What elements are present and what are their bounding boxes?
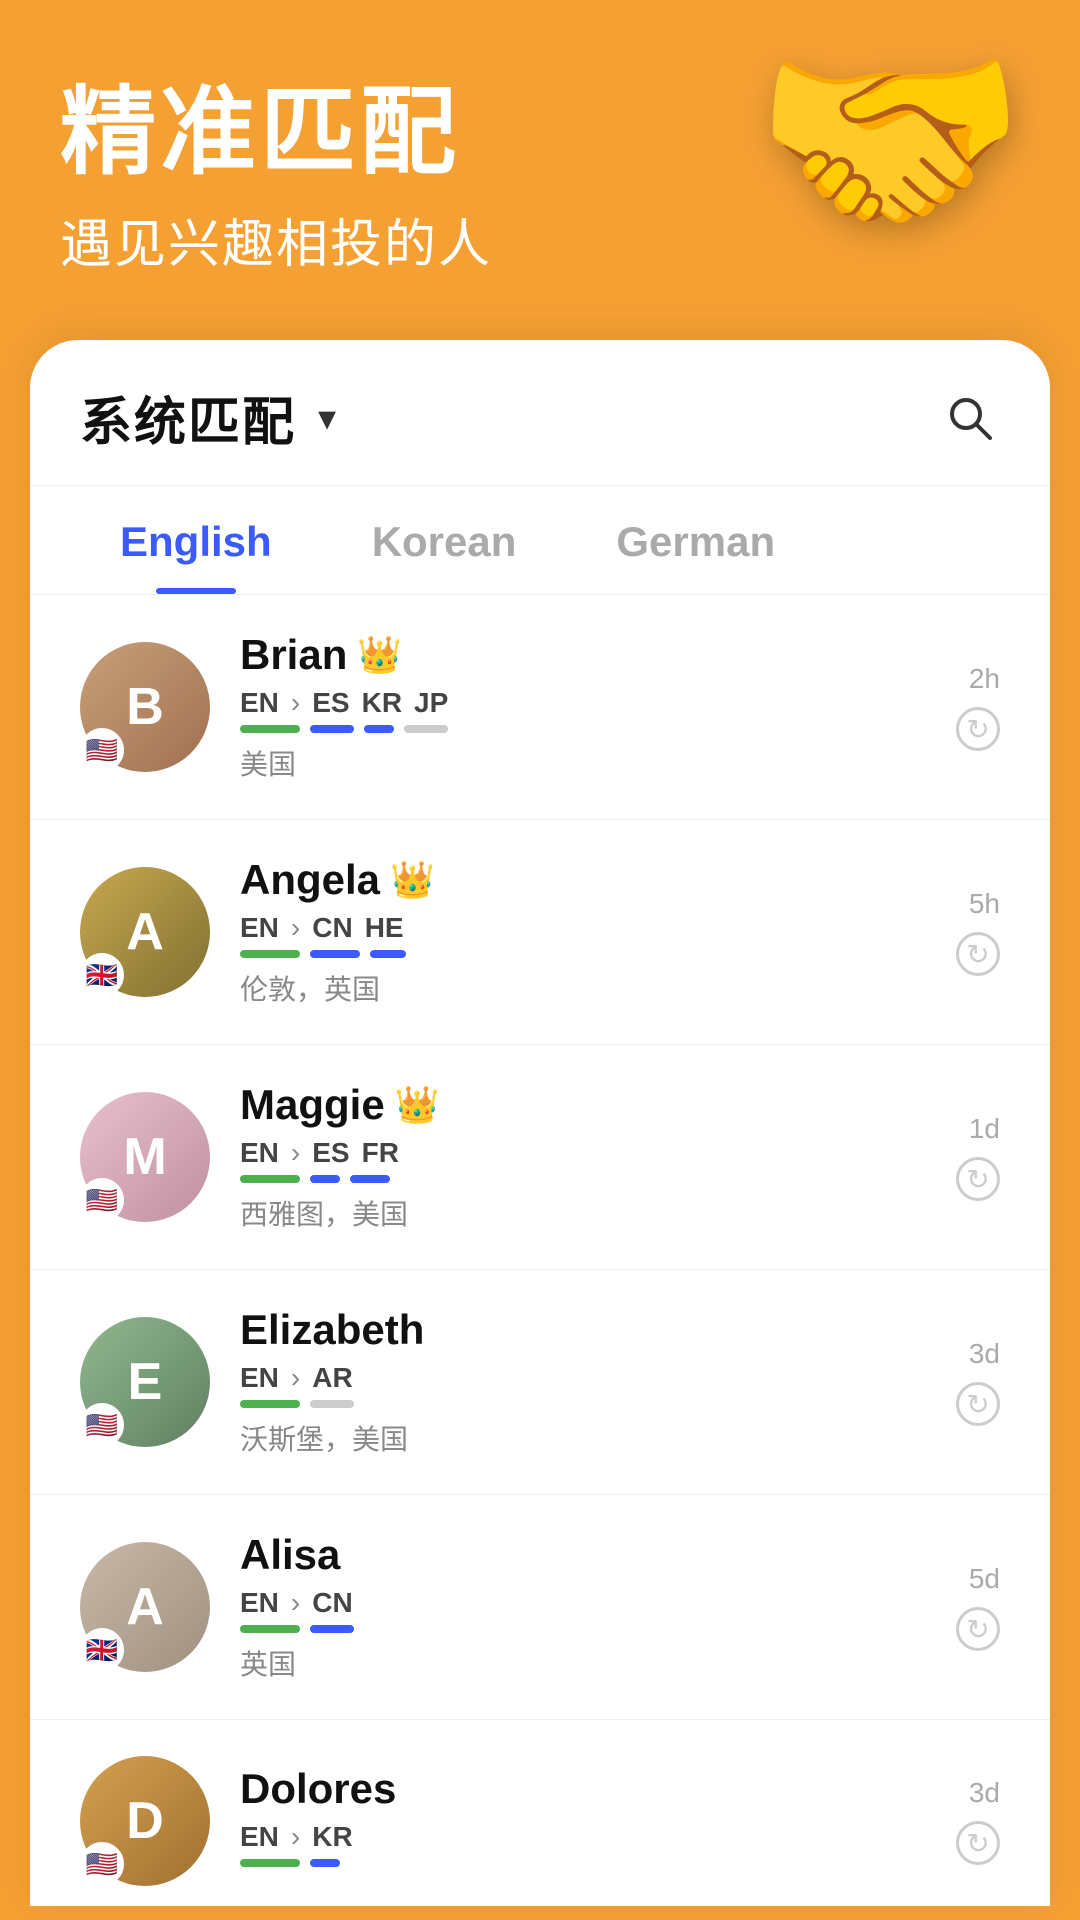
user-location: 伦敦，英国 [240, 968, 890, 1008]
lang-bars [240, 1400, 890, 1410]
user-list: B 🇺🇸 Brian 👑 EN › ES KR JP [30, 595, 1050, 1906]
flag-badge: 🇺🇸 [80, 1842, 124, 1886]
user-meta: 1d ↻ [920, 1113, 1000, 1201]
avatar: D 🇺🇸 [80, 1756, 210, 1886]
flag-badge: 🇬🇧 [80, 953, 124, 997]
lang-bars [240, 1859, 890, 1869]
user-location: 沃斯堡，美国 [240, 1418, 890, 1458]
user-name-row: Maggie 👑 [240, 1081, 890, 1129]
avatar: M 🇺🇸 [80, 1092, 210, 1222]
flag-badge: 🇬🇧 [80, 1628, 124, 1672]
user-info: Dolores EN › KR [240, 1765, 890, 1877]
tabs-container: English Korean German [30, 486, 1050, 595]
time-label: 3d [969, 1338, 1000, 1370]
tab-korean[interactable]: Korean [322, 486, 567, 594]
list-item[interactable]: A 🇬🇧 Alisa EN › CN 英国 [30, 1495, 1050, 1720]
user-meta: 3d ↻ [920, 1338, 1000, 1426]
user-meta: 2h ↻ [920, 663, 1000, 751]
avatar: A 🇬🇧 [80, 867, 210, 997]
list-item[interactable]: A 🇬🇧 Angela 👑 EN › CN HE [30, 820, 1050, 1045]
refresh-icon[interactable]: ↻ [956, 707, 1000, 751]
user-meta: 5d ↻ [920, 1563, 1000, 1651]
user-info: Maggie 👑 EN › ES FR 西雅图，美国 [240, 1081, 890, 1233]
lang-row: EN › CN [240, 1587, 890, 1619]
crown-icon: 👑 [390, 859, 435, 901]
list-item[interactable]: E 🇺🇸 Elizabeth EN › AR 沃斯堡，美国 [30, 1270, 1050, 1495]
tab-english[interactable]: English [70, 486, 322, 594]
user-name-row: Brian 👑 [240, 631, 890, 679]
lang-bars [240, 1625, 890, 1635]
header-section: 精准匹配 遇见兴趣相投的人 🤝 [0, 0, 1080, 340]
user-meta: 5h ↻ [920, 888, 1000, 976]
time-label: 1d [969, 1113, 1000, 1145]
flag-badge: 🇺🇸 [80, 728, 124, 772]
avatar: A 🇬🇧 [80, 1542, 210, 1672]
list-item[interactable]: B 🇺🇸 Brian 👑 EN › ES KR JP [30, 595, 1050, 820]
time-label: 5h [969, 888, 1000, 920]
time-label: 5d [969, 1563, 1000, 1595]
search-icon [944, 392, 996, 444]
user-info: Alisa EN › CN 英国 [240, 1531, 890, 1683]
user-name: Maggie [240, 1081, 385, 1129]
user-info: Brian 👑 EN › ES KR JP 美国 [240, 631, 890, 783]
tab-german[interactable]: German [566, 486, 825, 594]
user-name: Brian [240, 631, 347, 679]
list-item[interactable]: M 🇺🇸 Maggie 👑 EN › ES FR [30, 1045, 1050, 1270]
user-location: 美国 [240, 743, 890, 783]
lang-bars [240, 1175, 890, 1185]
user-name-row: Dolores [240, 1765, 890, 1813]
refresh-icon[interactable]: ↻ [956, 1157, 1000, 1201]
chevron-down-icon[interactable]: ▾ [318, 397, 336, 439]
user-location: 英国 [240, 1643, 890, 1683]
main-card: 系统匹配 ▾ English Korean German B 🇺🇸 [30, 340, 1050, 1906]
search-button[interactable] [940, 388, 1000, 448]
user-meta: 3d ↻ [920, 1777, 1000, 1865]
refresh-icon[interactable]: ↻ [956, 1607, 1000, 1651]
search-bar: 系统匹配 ▾ [30, 340, 1050, 486]
lang-row: EN › ES FR [240, 1137, 890, 1169]
lang-row: EN › KR [240, 1821, 890, 1853]
user-info: Elizabeth EN › AR 沃斯堡，美国 [240, 1306, 890, 1458]
avatar: E 🇺🇸 [80, 1317, 210, 1447]
refresh-icon[interactable]: ↻ [956, 1382, 1000, 1426]
avatar: B 🇺🇸 [80, 642, 210, 772]
user-name: Dolores [240, 1765, 396, 1813]
flag-badge: 🇺🇸 [80, 1178, 124, 1222]
list-item[interactable]: D 🇺🇸 Dolores EN › KR 3d [30, 1720, 1050, 1906]
user-name: Alisa [240, 1531, 340, 1579]
search-title: 系统匹配 [80, 380, 296, 455]
lang-bars [240, 950, 890, 960]
refresh-icon[interactable]: ↻ [956, 1821, 1000, 1865]
handshake-icon: 🤝 [730, 20, 1050, 300]
crown-icon: 👑 [357, 634, 402, 676]
lang-row: EN › AR [240, 1362, 890, 1394]
user-info: Angela 👑 EN › CN HE 伦敦，英国 [240, 856, 890, 1008]
lang-bars [240, 725, 890, 735]
user-name: Angela [240, 856, 380, 904]
user-name: Elizabeth [240, 1306, 424, 1354]
user-location: 西雅图，美国 [240, 1193, 890, 1233]
search-left: 系统匹配 ▾ [80, 380, 336, 455]
crown-icon: 👑 [395, 1084, 440, 1126]
user-name-row: Elizabeth [240, 1306, 890, 1354]
refresh-icon[interactable]: ↻ [956, 932, 1000, 976]
user-name-row: Angela 👑 [240, 856, 890, 904]
user-name-row: Alisa [240, 1531, 890, 1579]
flag-badge: 🇺🇸 [80, 1403, 124, 1447]
time-label: 3d [969, 1777, 1000, 1809]
lang-row: EN › CN HE [240, 912, 890, 944]
time-label: 2h [969, 663, 1000, 695]
lang-row: EN › ES KR JP [240, 687, 890, 719]
